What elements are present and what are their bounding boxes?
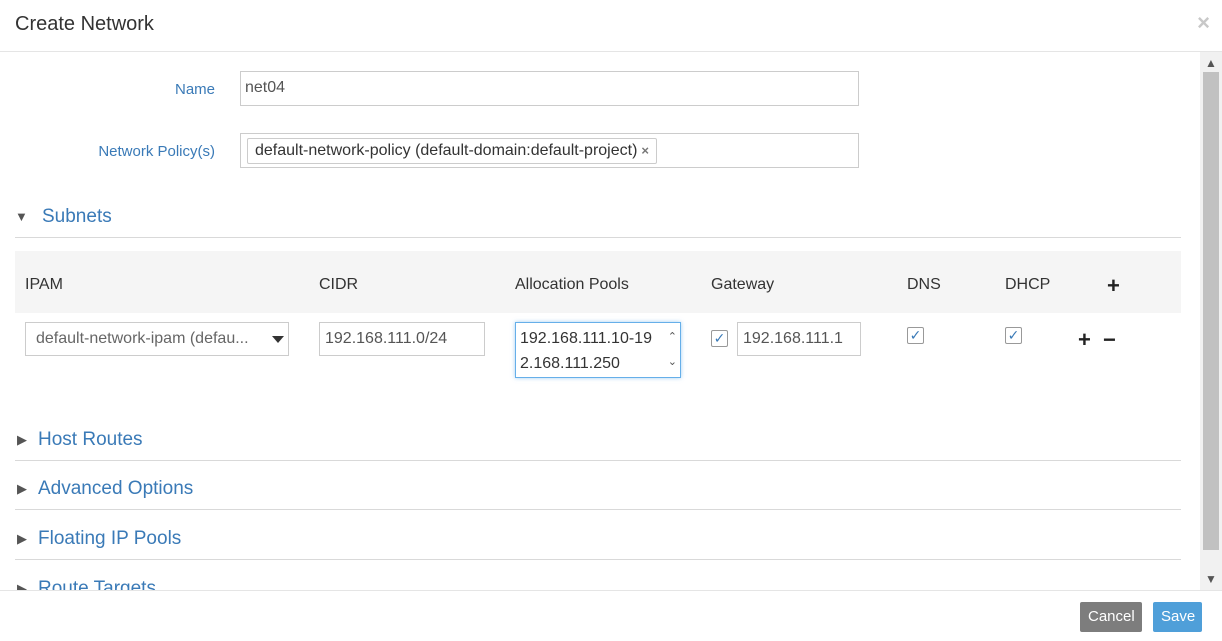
cidr-input[interactable]: 192.168.111.0/24 — [319, 322, 485, 356]
scroll-up-arrow-icon[interactable]: ▲ — [1200, 54, 1222, 72]
caret-right-icon: ▶ — [17, 432, 27, 447]
advanced-options-title: Advanced Options — [38, 478, 194, 499]
gateway-input[interactable]: 192.168.111.1 — [737, 322, 861, 356]
scroll-down-icon[interactable]: ⌄ — [668, 350, 677, 375]
remove-row-icon[interactable]: − — [1103, 329, 1116, 351]
policy-tag: default-network-policy (default-domain:d… — [247, 138, 657, 164]
floating-ip-pools-section[interactable]: ▶ Floating IP Pools — [15, 524, 1181, 560]
cancel-button[interactable]: Cancel — [1080, 602, 1142, 632]
ipam-select-value: default-network-ipam (defau... — [36, 330, 249, 347]
col-dns: DNS — [907, 276, 941, 293]
gateway-checkbox[interactable]: ✓ — [711, 330, 728, 347]
caret-right-icon: ▶ — [17, 481, 27, 496]
tag-remove-icon[interactable]: × — [641, 143, 649, 158]
dialog-header: Create Network × — [0, 0, 1222, 52]
caret-down-icon: ▼ — [15, 209, 28, 224]
name-input[interactable]: net04 — [240, 71, 859, 106]
chevron-down-icon — [272, 336, 284, 343]
dialog-footer: Cancel Save — [0, 590, 1222, 641]
name-label: Name — [174, 81, 215, 98]
col-dhcp: DHCP — [1005, 276, 1051, 293]
dialog-body: Name net04 Network Policy(s) default-net… — [0, 52, 1200, 590]
close-icon[interactable]: × — [1197, 12, 1210, 34]
advanced-options-section[interactable]: ▶ Advanced Options — [15, 474, 1181, 510]
save-button[interactable]: Save — [1153, 602, 1202, 632]
dialog-title: Create Network — [15, 13, 154, 35]
subnets-title: Subnets — [42, 206, 112, 227]
add-subnet-icon[interactable]: + — [1107, 275, 1120, 297]
policy-tag-label: default-network-policy (default-domain:d… — [255, 142, 638, 159]
dhcp-checkbox[interactable]: ✓ — [1005, 327, 1022, 344]
route-targets-section[interactable]: ▶ Route Targets — [15, 574, 1181, 590]
create-network-dialog: Create Network × Name net04 Network Poli… — [0, 0, 1222, 641]
host-routes-section[interactable]: ▶ Host Routes — [15, 425, 1181, 461]
ipam-select[interactable]: default-network-ipam (defau... — [25, 322, 289, 356]
floating-ip-pools-title: Floating IP Pools — [38, 528, 182, 549]
col-allocation-pools: Allocation Pools — [515, 276, 629, 293]
caret-right-icon: ▶ — [17, 581, 27, 590]
caret-right-icon: ▶ — [17, 531, 27, 546]
pools-line-2: 2.168.111.250 — [520, 355, 620, 372]
vertical-scrollbar[interactable]: ▲ ▼ — [1200, 52, 1222, 590]
dns-checkbox[interactable]: ✓ — [907, 327, 924, 344]
col-gateway: Gateway — [711, 276, 775, 293]
network-policy-label: Network Policy(s) — [98, 143, 215, 160]
scrollbar-thumb[interactable] — [1203, 72, 1219, 550]
add-row-icon[interactable]: + — [1078, 329, 1091, 351]
scroll-up-icon[interactable]: ⌃ — [668, 325, 677, 350]
pools-line-1: 192.168.111.10-19 — [520, 330, 652, 347]
route-targets-title: Route Targets — [38, 578, 156, 590]
scroll-down-arrow-icon[interactable]: ▼ — [1200, 570, 1222, 588]
subnets-section-header[interactable]: ▼ Subnets — [15, 202, 1181, 238]
col-ipam: IPAM — [25, 276, 63, 293]
host-routes-title: Host Routes — [38, 429, 143, 450]
subnets-grid-header: IPAM CIDR Allocation Pools Gateway DNS D… — [15, 251, 1181, 313]
allocation-pools-textarea[interactable]: 192.168.111.10-19 2.168.111.250 ⌃ ⌄ — [515, 322, 681, 378]
col-cidr: CIDR — [319, 276, 359, 293]
